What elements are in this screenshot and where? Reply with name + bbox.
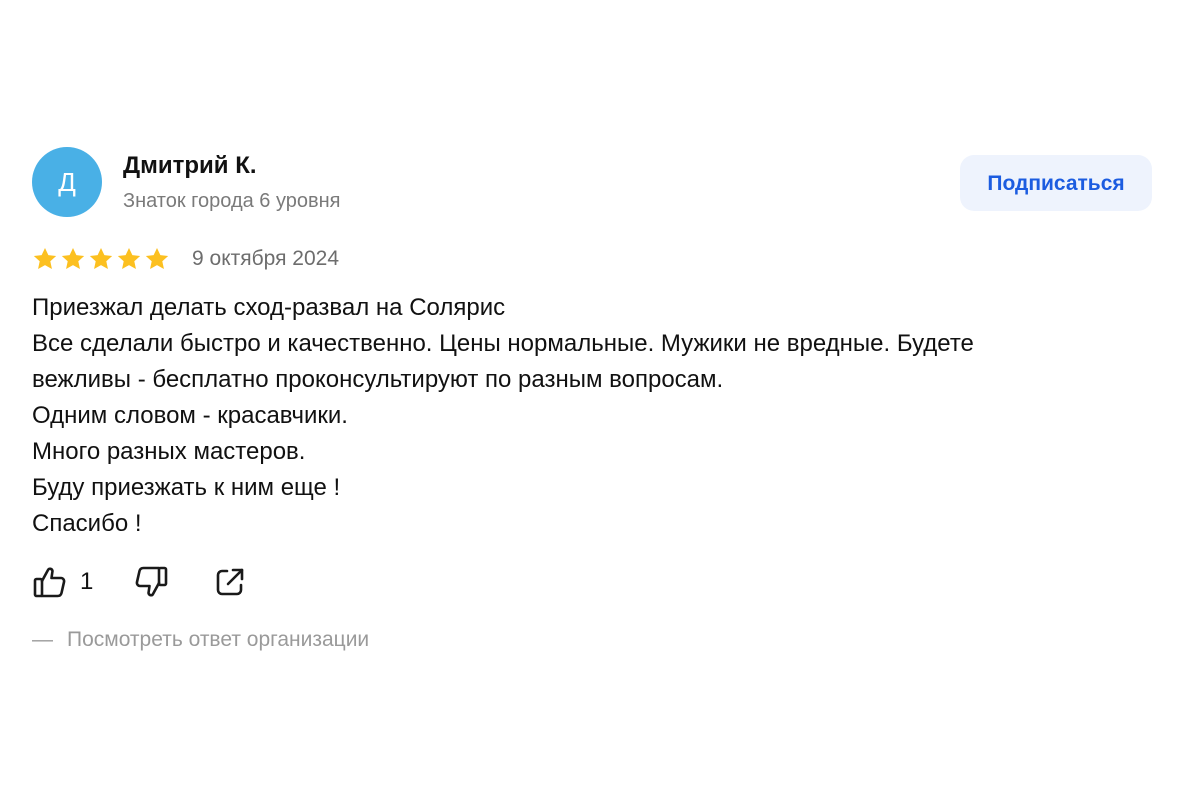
- star-icon: [116, 246, 142, 272]
- share-button[interactable]: [213, 565, 247, 599]
- review-date: 9 октября 2024: [192, 247, 339, 270]
- avatar[interactable]: Д: [32, 147, 102, 217]
- like-count: 1: [80, 568, 94, 595]
- review-text-line: вежливы - бесплатно проконсультируют по …: [32, 366, 724, 393]
- share-icon: [213, 565, 247, 599]
- review-actions: 1: [32, 562, 247, 602]
- author-level: Знаток города 6 уровня: [123, 190, 341, 212]
- review-text-line: Много разных мастеров.: [32, 438, 306, 465]
- star-icon: [88, 246, 114, 272]
- star-icon: [32, 246, 58, 272]
- star-rating: [32, 246, 170, 272]
- view-org-reply-link[interactable]: — Посмотреть ответ организации: [32, 628, 369, 652]
- dislike-button[interactable]: [133, 564, 169, 600]
- thumbs-down-icon: [133, 564, 169, 600]
- review-text: Приезжал делать сход-развал на Солярис В…: [32, 290, 1142, 542]
- review-header: Д Дмитрий К. Знаток города 6 уровня Подп…: [32, 140, 1162, 220]
- thumbs-up-icon: [32, 564, 68, 600]
- subscribe-button[interactable]: Подписаться: [960, 155, 1152, 211]
- like-button[interactable]: 1: [32, 564, 93, 600]
- review-text-line: Одним словом - красавчики.: [32, 402, 348, 429]
- review-text-line: Приезжал делать сход-развал на Солярис: [32, 294, 506, 321]
- rating-row: 9 октября 2024: [32, 242, 339, 276]
- view-org-reply-label: Посмотреть ответ организации: [67, 628, 370, 651]
- review-card: Д Дмитрий К. Знаток города 6 уровня Подп…: [32, 140, 1162, 651]
- review-text-line: Буду приезжать к ним еще !: [32, 474, 341, 501]
- review-text-line: Все сделали быстро и качественно. Цены н…: [32, 330, 974, 357]
- star-icon: [144, 246, 170, 272]
- star-icon: [60, 246, 86, 272]
- review-text-line: Спасибо !: [32, 510, 142, 537]
- dash-separator: —: [32, 628, 53, 651]
- author-name[interactable]: Дмитрий К.: [123, 152, 257, 180]
